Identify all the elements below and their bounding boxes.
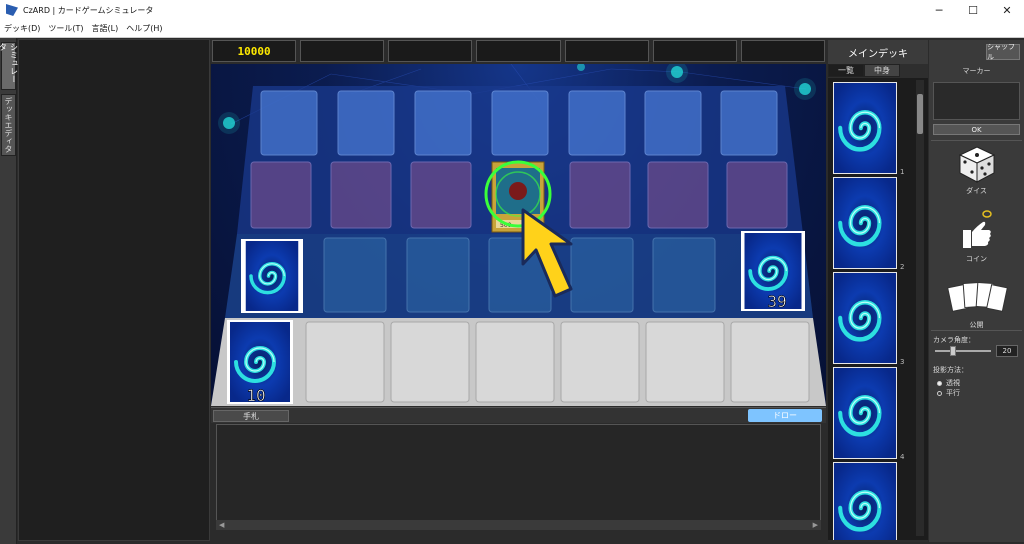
tab-deck-editor[interactable]: デッキエディタ: [1, 94, 16, 156]
projection-option-label: 平行: [946, 389, 960, 397]
window-title: CzARD | カードゲームシミュレータ: [23, 5, 154, 15]
hand-area[interactable]: [216, 424, 821, 530]
radio-unselected-icon: [937, 390, 942, 396]
coin-label: コイン: [966, 255, 987, 263]
projection-parallel-radio[interactable]: 平行: [937, 388, 960, 398]
deck-card-list[interactable]: 1 2 3 4: [828, 78, 928, 540]
hand-tab[interactable]: 手札: [213, 410, 289, 422]
close-button[interactable]: ✕: [990, 0, 1024, 20]
menu-help[interactable]: ヘルプ(H): [126, 23, 162, 34]
menu-language[interactable]: 言語(L): [92, 23, 119, 34]
board-canvas[interactable]: 39 10 500: [211, 64, 826, 406]
deck-card[interactable]: [833, 462, 897, 540]
hand-header: 手札 ドロー: [211, 407, 826, 423]
deck-card[interactable]: [833, 177, 897, 269]
deck-card[interactable]: [833, 82, 897, 174]
extra-deck-count: 10: [246, 386, 265, 405]
dice-icon: [958, 146, 995, 183]
title-bar: CzARD | カードゲームシミュレータ ─ ☐ ✕: [0, 0, 1024, 20]
divider: [931, 140, 1022, 141]
menu-tools[interactable]: ツール(T): [48, 23, 83, 34]
tab-deck-contents[interactable]: 中身: [864, 64, 900, 77]
opponent-back-row[interactable]: [260, 90, 778, 156]
deck-count: 39: [767, 292, 786, 311]
player-monster-row[interactable]: [323, 237, 716, 313]
projection-option-label: 透視: [946, 379, 960, 387]
deck-card[interactable]: [833, 272, 897, 364]
game-board[interactable]: 39 10 500: [211, 64, 826, 406]
marker-box[interactable]: [933, 82, 1020, 120]
dice-label: ダイス: [966, 187, 987, 195]
deck-card-number: 2: [900, 263, 905, 271]
life-point-cell: [388, 40, 473, 62]
tab-simulator[interactable]: シミュレータ: [0, 42, 19, 90]
minimize-button[interactable]: ─: [922, 0, 956, 20]
right-panel: シャッフル マーカー OK ダイス コイン 公開 カメラ角度： 20 投影方法：…: [929, 40, 1024, 542]
tab-deck-list[interactable]: 一覧: [828, 64, 864, 77]
life-point-row: 10000: [212, 40, 825, 62]
camera-angle-label: カメラ角度：: [933, 336, 975, 344]
app-icon: [6, 4, 18, 16]
camera-angle-slider-knob[interactable]: [950, 346, 956, 356]
menu-deck[interactable]: デッキ(D): [4, 23, 40, 34]
left-panel: [18, 39, 210, 541]
life-point-cell: [740, 40, 825, 62]
deck-panel-title: メインデッキ: [828, 40, 928, 64]
side-tab-strip: シミュレータ デッキエディタ: [0, 38, 19, 544]
cards-icon: [946, 281, 1008, 312]
draw-button[interactable]: ドロー: [748, 409, 822, 422]
deck-card-number: 1: [900, 168, 905, 176]
life-point-cell: [564, 40, 649, 62]
life-point-cell: [652, 40, 737, 62]
reveal-label: 公開: [969, 321, 984, 329]
life-point-cell: 10000: [212, 40, 297, 62]
maximize-button[interactable]: ☐: [956, 0, 990, 20]
life-point-cell: [476, 40, 561, 62]
scroll-right-icon[interactable]: ▶: [813, 521, 818, 529]
deck-panel: メインデッキ 一覧 中身 1 2 3 4: [828, 40, 928, 542]
field-zone-card[interactable]: [241, 239, 303, 313]
marker-label: マーカー: [962, 67, 991, 75]
deck-card[interactable]: [833, 367, 897, 459]
radio-selected-icon: [937, 380, 942, 386]
shuffle-button[interactable]: シャッフル: [986, 43, 1020, 61]
deck-scrollbar[interactable]: [916, 80, 924, 536]
ok-button[interactable]: OK: [933, 124, 1020, 135]
coin-button[interactable]: コイン: [929, 208, 1024, 264]
app-window: CzARD | カードゲームシミュレータ ─ ☐ ✕ デッキ(D) ツール(T)…: [0, 0, 1024, 544]
coin-flip-icon: [962, 210, 992, 248]
life-point-cell: [300, 40, 385, 62]
menu-bar: デッキ(D) ツール(T) 言語(L) ヘルプ(H): [0, 20, 1024, 38]
dice-button[interactable]: ダイス: [929, 144, 1024, 196]
camera-angle-value[interactable]: 20: [996, 345, 1018, 357]
camera-angle-slider[interactable]: [935, 346, 991, 356]
deck-card-number: 3: [900, 358, 905, 366]
deck-scrollbar-thumb[interactable]: [917, 94, 923, 134]
hand-scrollbar[interactable]: ◀ ▶: [216, 520, 821, 530]
projection-perspective-radio[interactable]: 透視: [937, 378, 960, 388]
deck-card-number: 4: [900, 453, 905, 461]
scroll-left-icon[interactable]: ◀: [219, 521, 224, 529]
projection-label: 投影方法：: [933, 366, 968, 374]
divider: [931, 330, 1022, 331]
reveal-button[interactable]: 公開: [929, 278, 1024, 330]
